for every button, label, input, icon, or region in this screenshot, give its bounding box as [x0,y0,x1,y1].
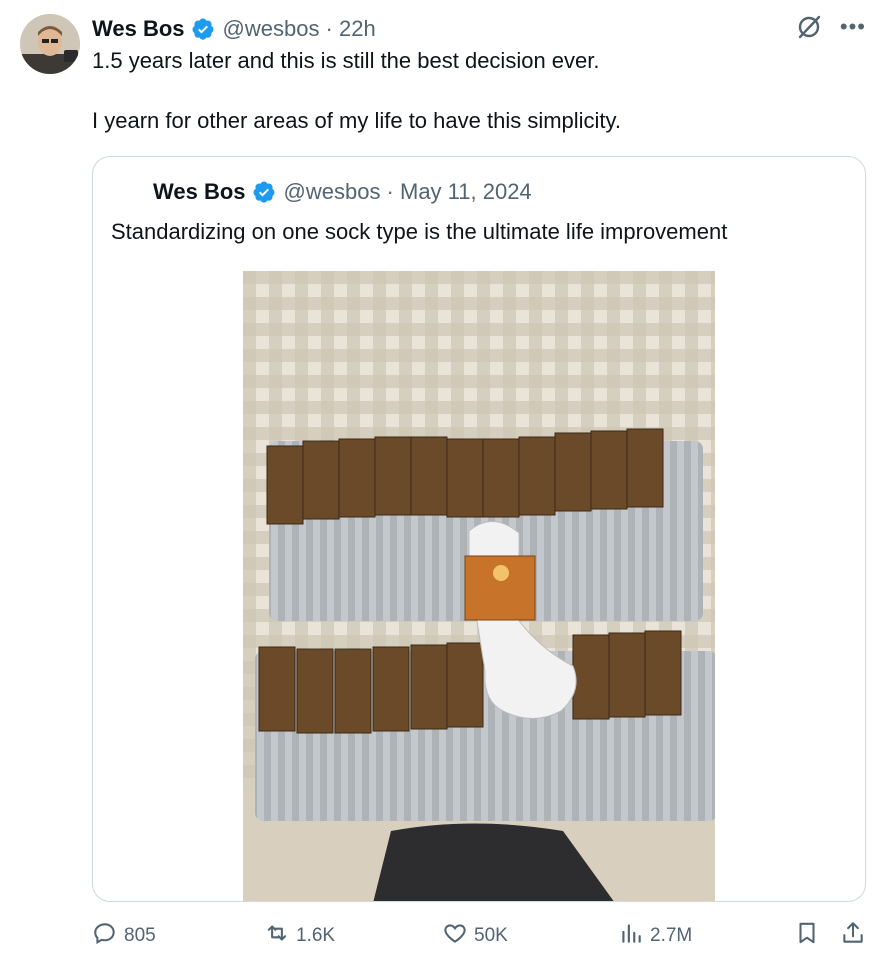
quoted-handle-date: @wesbos · May 11, 2024 [283,179,532,204]
like-count: 50K [474,925,508,946]
views-icon [618,920,644,952]
repost-icon [264,920,290,952]
tweet-header: Wes Bos @wesbos · 22h [92,14,376,44]
grok-icon[interactable] [796,14,822,40]
quoted-tweet[interactable]: Wes Bos @wesbos · May 11, 2024 Standardi… [92,156,866,902]
repost-count: 1.6K [296,925,336,946]
repost-button[interactable]: 1.6K [264,918,335,954]
views-count: 2.7M [650,925,693,946]
tweet-text-line: 1.5 years later and this is still the be… [92,48,600,73]
tweet-text: 1.5 years later and this is still the be… [92,46,852,136]
reply-button[interactable]: 805 [92,918,156,954]
quoted-text: Standardizing on one sock type is the ul… [111,219,728,244]
share-icon [840,920,866,952]
like-icon [442,920,468,952]
bookmark-icon [794,920,820,952]
header-actions: ••• [796,14,866,40]
quoted-author-name: Wes Bos [153,179,246,204]
author-name[interactable]: Wes Bos [92,16,185,42]
reply-icon [92,920,118,952]
handle-time[interactable]: @wesbos · 22h [223,16,376,42]
quoted-photo[interactable] [243,271,715,901]
views-button[interactable]: 2.7M [618,918,692,954]
more-icon[interactable]: ••• [840,16,866,38]
verified-icon [252,180,276,204]
verified-icon [191,17,215,41]
avatar[interactable] [20,14,80,74]
tweet-text-line: I yearn for other areas of my life to ha… [92,108,622,133]
quoted-header: Wes Bos @wesbos · May 11, 2024 [153,177,532,207]
like-button[interactable]: 50K [442,918,508,954]
tweet: Wes Bos @wesbos · 22h ••• 1.5 years late… [0,0,886,964]
bookmark-button[interactable] [794,918,820,954]
action-bar: 805 1.6K 50K 2.7M [0,918,886,954]
reply-count: 805 [124,925,156,946]
share-button[interactable] [840,918,866,954]
